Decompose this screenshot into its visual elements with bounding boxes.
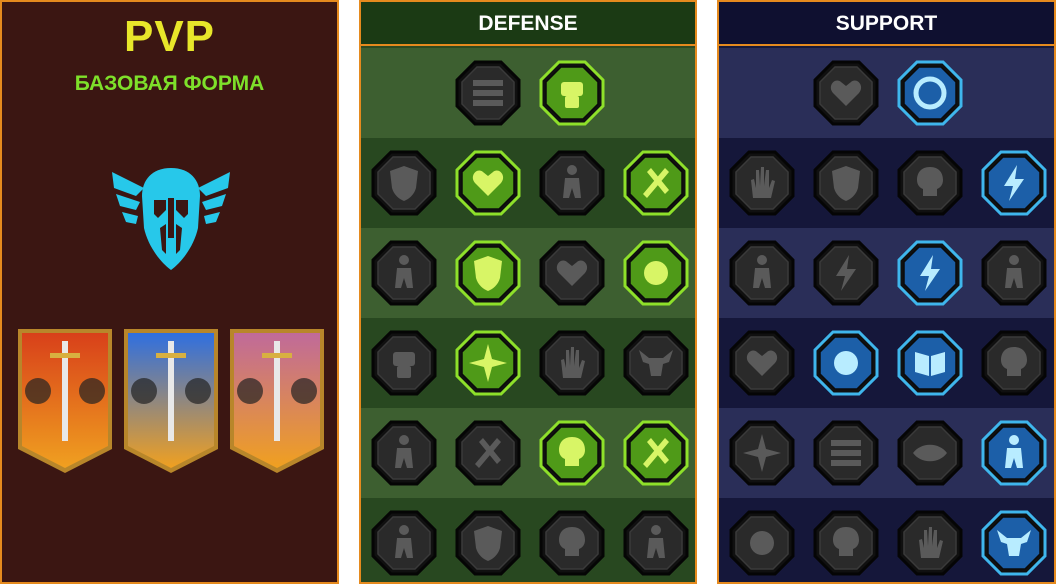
defense-skill-row: [361, 408, 695, 498]
defense-skill-row: [361, 228, 695, 318]
lightning-shield-icon[interactable]: [813, 240, 879, 306]
defense-header: DEFENSE: [361, 2, 695, 46]
horned-skull-icon[interactable]: [813, 510, 879, 576]
support-skill-row: [719, 498, 1054, 582]
support-skill-row: [719, 138, 1054, 228]
dodge-slash-icon[interactable]: [623, 420, 689, 486]
bull-head-icon[interactable]: [623, 330, 689, 396]
speed-wheel-icon[interactable]: [897, 60, 963, 126]
defense-skill-row: [361, 48, 695, 138]
dark-heart-icon[interactable]: [539, 240, 605, 306]
heart-plus-icon[interactable]: [813, 60, 879, 126]
voodoo-doll-icon[interactable]: [981, 420, 1047, 486]
halo-hero-icon[interactable]: [623, 240, 689, 306]
chained-heart-icon[interactable]: [729, 330, 795, 396]
knight-shield-icon[interactable]: [455, 240, 521, 306]
defense-panel: DEFENSE: [359, 0, 697, 584]
shield-wall-icon[interactable]: [455, 60, 521, 126]
dash-runner-icon[interactable]: [371, 420, 437, 486]
radiant-skull-icon[interactable]: [539, 420, 605, 486]
armor-plate-icon[interactable]: [371, 150, 437, 216]
winged-shield-icon[interactable]: [455, 510, 521, 576]
flexing-body-icon[interactable]: [623, 510, 689, 576]
open-book-icon[interactable]: [897, 330, 963, 396]
demon-hand-icon[interactable]: [897, 510, 963, 576]
warrior-bust-icon[interactable]: [371, 510, 437, 576]
compass-star-icon[interactable]: [729, 420, 795, 486]
raised-fist-icon[interactable]: [539, 60, 605, 126]
ancient-face-icon[interactable]: [539, 510, 605, 576]
heart-hand-icon[interactable]: [455, 150, 521, 216]
hourglass-icon[interactable]: [455, 330, 521, 396]
defense-skill-row: [361, 318, 695, 408]
poison-flask-icon[interactable]: [729, 510, 795, 576]
shatter-bolt-icon[interactable]: [897, 240, 963, 306]
support-panel: SUPPORT: [717, 0, 1056, 584]
sparkle-figure-icon[interactable]: [729, 240, 795, 306]
support-skill-row: [719, 228, 1054, 318]
smoke-skull-icon[interactable]: [897, 150, 963, 216]
fighter-stance-icon[interactable]: [371, 240, 437, 306]
swift-strike-icon[interactable]: [981, 150, 1047, 216]
boot-dash-icon[interactable]: [813, 420, 879, 486]
praying-hands-icon[interactable]: [729, 150, 795, 216]
stone-golem-icon[interactable]: [539, 150, 605, 216]
claw-marks-icon[interactable]: [455, 420, 521, 486]
crossed-blades-icon[interactable]: [623, 150, 689, 216]
pvp-panel: PVP БАЗОВАЯ ФОРМА: [0, 0, 339, 584]
support-skill-row: [719, 408, 1054, 498]
crowd-fist-icon[interactable]: [371, 330, 437, 396]
pvp-subtitle: БАЗОВАЯ ФОРМА: [74, 72, 265, 95]
winged-helmet-icon: [106, 158, 236, 276]
all-seeing-eye-icon[interactable]: [897, 420, 963, 486]
eagle-head-icon[interactable]: [981, 510, 1047, 576]
comet-icon[interactable]: [813, 330, 879, 396]
support-skill-row: [719, 48, 1054, 138]
support-header: SUPPORT: [719, 2, 1054, 46]
shadow-duo-icon[interactable]: [981, 240, 1047, 306]
pvp-title: PVP: [123, 12, 216, 61]
defense-skill-row: [361, 138, 695, 228]
open-palm-icon[interactable]: [539, 330, 605, 396]
fury-face-icon[interactable]: [981, 330, 1047, 396]
red-knights-banner[interactable]: [16, 327, 114, 475]
crossed-swords-banner[interactable]: [228, 327, 326, 475]
blue-knights-banner[interactable]: [122, 327, 220, 475]
aura-shield-icon[interactable]: [813, 150, 879, 216]
support-skill-row: [719, 318, 1054, 408]
defense-skill-row: [361, 498, 695, 582]
